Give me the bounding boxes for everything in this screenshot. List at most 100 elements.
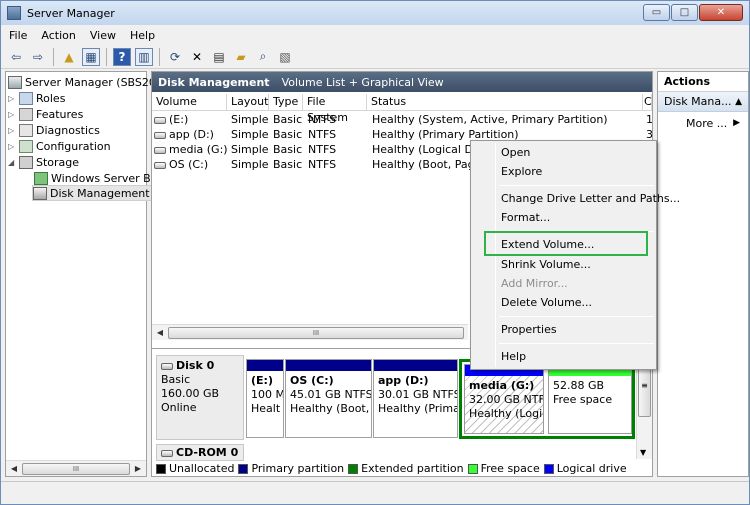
menu-separator	[499, 316, 654, 317]
tree-horizontal-scrollbar[interactable]: ◀ III ▶	[6, 460, 146, 476]
toolbar-separator	[159, 47, 160, 66]
type-cell: Basic	[273, 113, 303, 126]
actions-more[interactable]: More ... ▶	[658, 112, 748, 134]
menu-item-explore[interactable]: Explore	[501, 163, 542, 181]
partition-g[interactable]: media (G:) 32.00 GB NTFS Healthy (Logic	[464, 364, 544, 434]
search-icon[interactable]: ⌕	[254, 48, 272, 66]
refresh-icon[interactable]: ⟳	[166, 48, 184, 66]
disk-type: Basic	[161, 373, 191, 386]
partition-label: OS (C:)	[290, 374, 334, 387]
toolbar: ⇦ ⇨ ▲ ▦ ? ▥ ⟳ ✕ ▤ ▰ ⌕ ▧	[1, 45, 749, 69]
type-cell: Basic	[273, 143, 303, 156]
menu-item-shrink-volume[interactable]: Shrink Volume...	[501, 256, 591, 274]
partition-label: app (D:)	[378, 374, 429, 387]
fs-cell: NTFS	[308, 128, 337, 141]
column-status[interactable]: Status	[367, 94, 643, 111]
menu-item-delete-volume[interactable]: Delete Volume...	[501, 294, 592, 312]
help-icon[interactable]: ?	[113, 47, 131, 66]
maximize-button[interactable]: □	[671, 4, 698, 21]
column-file-system[interactable]: File System	[303, 94, 367, 124]
expand-arrow-icon[interactable]: ▷	[8, 126, 17, 135]
menu-item-format[interactable]: Format...	[501, 209, 550, 227]
partition-size: 100 M	[251, 388, 283, 401]
features-icon	[19, 107, 33, 121]
scroll-down-icon[interactable]: ▼	[640, 448, 646, 457]
expand-arrow-icon[interactable]: ▷	[8, 110, 17, 119]
menu-item-properties[interactable]: Properties	[501, 321, 557, 339]
open-icon[interactable]: ▰	[232, 48, 250, 66]
menu-view[interactable]: View	[90, 29, 116, 42]
cdrom-name: CD-ROM 0	[176, 446, 239, 459]
legend-swatch	[238, 463, 249, 474]
partition-label: media (G:)	[469, 379, 535, 392]
back-icon[interactable]: ⇦	[7, 48, 25, 66]
tree-item-roles[interactable]: ▷ Roles	[8, 90, 65, 106]
show-action-pane-icon[interactable]: ▥	[135, 47, 153, 66]
collapse-arrow-icon[interactable]: ◢	[8, 158, 17, 167]
partition-size: 32.00 GB NTFS	[469, 393, 543, 406]
menu-item-open[interactable]: Open	[501, 144, 530, 162]
tree-item-features[interactable]: ▷ Features	[8, 106, 83, 122]
tree-item-storage[interactable]: ◢ Storage	[8, 154, 79, 170]
help-topics-icon[interactable]: ▧	[276, 48, 294, 66]
tree-item-windows-server-backup[interactable]: Windows Server Bac	[34, 170, 164, 186]
table-row[interactable]: (E:) Simple Basic NTFS Healthy (System, …	[152, 112, 653, 127]
volume-icon	[154, 116, 166, 124]
column-type[interactable]: Type	[269, 94, 303, 111]
menu-help[interactable]: Help	[130, 29, 155, 42]
partition-d[interactable]: app (D:) 30.01 GB NTFS Healthy (Prima	[373, 359, 458, 438]
title-bar: Server Manager ▭ □ ✕	[1, 1, 749, 25]
column-capacity[interactable]: C	[643, 94, 652, 111]
menu-item-change-drive-letter[interactable]: Change Drive Letter and Paths...	[501, 190, 680, 208]
scroll-left-icon[interactable]: ◀	[6, 461, 22, 477]
up-icon[interactable]: ▲	[60, 48, 78, 66]
column-layout[interactable]: Layout	[227, 94, 269, 111]
tree-item-diagnostics[interactable]: ▷ Diagnostics	[8, 122, 100, 138]
minimize-button[interactable]: ▭	[643, 4, 670, 21]
tree-item-label: Features	[36, 107, 84, 121]
partition-e[interactable]: (E:) 100 M Healt	[246, 359, 284, 438]
menu-action[interactable]: Action	[41, 29, 75, 42]
volume-name: OS (C:)	[169, 158, 209, 171]
cdrom-0-label[interactable]: CD-ROM 0	[156, 444, 244, 461]
extended-partition[interactable]: media (G:) 32.00 GB NTFS Healthy (Logic …	[459, 359, 635, 439]
volume-name: app (D:)	[169, 128, 214, 141]
tree-item-server-manager[interactable]: Server Manager (SBS2011)	[8, 74, 174, 90]
toolbar-separator	[53, 47, 54, 66]
expand-arrow-icon[interactable]: ▷	[8, 94, 17, 103]
menu-item-add-mirror: Add Mirror...	[501, 277, 568, 290]
column-volume[interactable]: Volume	[152, 94, 227, 111]
expand-arrow-icon[interactable]: ▷	[8, 142, 17, 151]
volume-icon	[154, 161, 166, 169]
pane-title: Disk Management	[158, 75, 270, 89]
forward-icon[interactable]: ⇨	[29, 48, 47, 66]
actions-section-label: Disk Mana...	[664, 95, 732, 108]
free-space-region[interactable]: 52.88 GB Free space	[548, 364, 632, 434]
actions-section-disk-management[interactable]: Disk Mana... ▲	[658, 92, 748, 112]
tree-item-configuration[interactable]: ▷ Configuration	[8, 138, 111, 154]
menu-item-help[interactable]: Help	[501, 348, 526, 366]
volume-list-horizontal-scrollbar[interactable]: ◀ III	[152, 324, 468, 340]
type-cell: Basic	[273, 128, 303, 141]
scroll-thumb[interactable]: III	[168, 327, 464, 339]
menu-separator	[499, 343, 654, 344]
partition-c[interactable]: OS (C:) 45.01 GB NTFS Healthy (Boot, P	[285, 359, 372, 438]
properties-icon[interactable]: ▤	[210, 48, 228, 66]
show-hide-tree-icon[interactable]: ▦	[82, 47, 100, 66]
fs-cell: NTFS	[308, 113, 337, 126]
storage-icon	[19, 155, 33, 169]
tree-item-label: Windows Server Bac	[51, 171, 164, 185]
delete-icon[interactable]: ✕	[188, 48, 206, 66]
partition-size: 45.01 GB NTFS	[290, 388, 371, 401]
menu-file[interactable]: File	[9, 29, 27, 42]
legend-label: Logical drive	[556, 462, 627, 475]
collapse-up-icon[interactable]: ▲	[735, 97, 742, 107]
scroll-thumb[interactable]: III	[22, 463, 130, 475]
tree-item-label: Configuration	[36, 139, 111, 153]
scroll-right-icon[interactable]: ▶	[130, 461, 146, 477]
close-button[interactable]: ✕	[699, 4, 743, 21]
legend-swatch	[156, 463, 166, 474]
tree-item-disk-management[interactable]: Disk Management	[32, 185, 153, 201]
scroll-left-icon[interactable]: ◀	[152, 325, 168, 341]
disk-0-label[interactable]: Disk 0 Basic 160.00 GB Online	[156, 355, 244, 440]
